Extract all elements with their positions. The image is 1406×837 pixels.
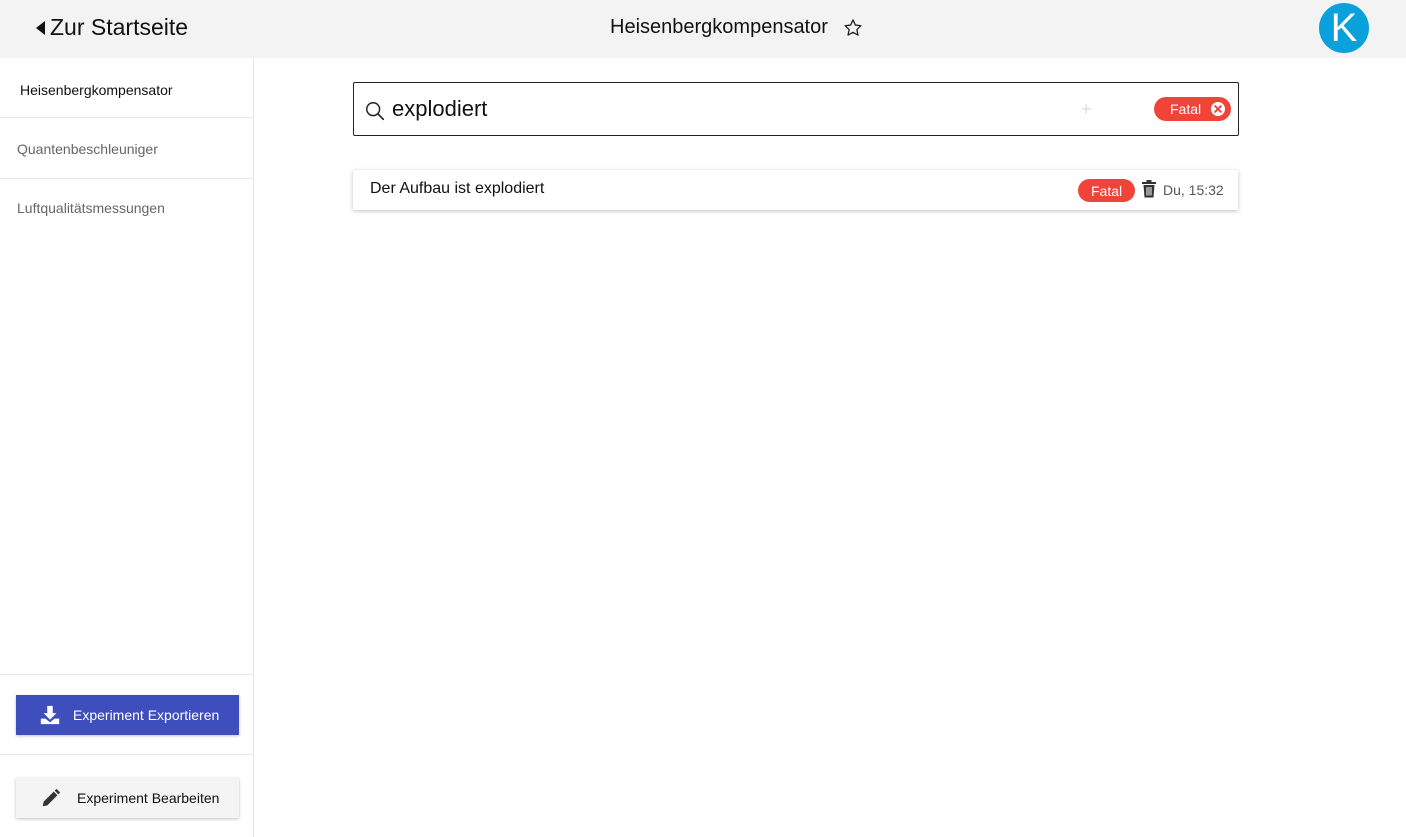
list-item[interactable]: Der Aufbau ist explodiert Fatal Du, 15:3… <box>353 170 1238 210</box>
trash-icon[interactable] <box>1141 180 1157 198</box>
sidebar-item-label: Heisenbergkompensator <box>20 82 173 98</box>
filter-chip-label: Fatal <box>1170 101 1202 117</box>
search-icon <box>366 102 385 121</box>
avatar-letter: K <box>1330 5 1358 50</box>
sidebar-item-quantenbeschleuniger[interactable]: Quantenbeschleuniger <box>0 118 253 179</box>
edit-button-label: Experiment Bearbeiten <box>77 790 220 806</box>
caret-left-icon <box>36 20 45 35</box>
back-to-home-link[interactable]: Zur Startseite <box>36 14 188 41</box>
top-bar: Zur Startseite Heisenbergkompensator K <box>0 0 1406 58</box>
search-input[interactable] <box>390 93 1070 125</box>
export-experiment-button[interactable]: Experiment Exportieren <box>16 695 239 735</box>
search-bar[interactable]: + Fatal <box>353 82 1239 136</box>
edit-experiment-button[interactable]: Experiment Bearbeiten <box>16 778 239 818</box>
result-title: Der Aufbau ist explodiert <box>370 180 545 197</box>
pencil-icon <box>42 788 61 807</box>
sidebar-item-label: Quantenbeschleuniger <box>17 141 158 157</box>
download-icon <box>40 705 60 725</box>
sidebar-divider <box>0 674 253 675</box>
sidebar-item-label: Luftqualitätsmessungen <box>17 200 165 216</box>
result-timestamp: Du, 15:32 <box>1163 182 1224 198</box>
sidebar-item-luftqualitaetsmessungen[interactable]: Luftqualitätsmessungen <box>0 179 253 239</box>
sidebar: Heisenbergkompensator Quantenbeschleunig… <box>0 58 254 837</box>
page-title-text: Heisenbergkompensator <box>610 16 828 38</box>
status-badge: Fatal <box>1078 179 1136 202</box>
sidebar-divider <box>0 754 253 755</box>
back-link-label: Zur Startseite <box>50 14 189 40</box>
filter-chip-fatal: Fatal <box>1154 97 1232 121</box>
star-icon[interactable] <box>842 17 864 39</box>
plus-icon[interactable]: + <box>1081 99 1092 120</box>
sidebar-item-heisenbergkompensator[interactable]: Heisenbergkompensator <box>0 58 253 118</box>
user-avatar[interactable]: K <box>1319 3 1369 53</box>
close-circle-icon[interactable] <box>1210 101 1226 117</box>
page-title: Heisenbergkompensator <box>610 16 864 39</box>
export-button-label: Experiment Exportieren <box>73 707 220 723</box>
